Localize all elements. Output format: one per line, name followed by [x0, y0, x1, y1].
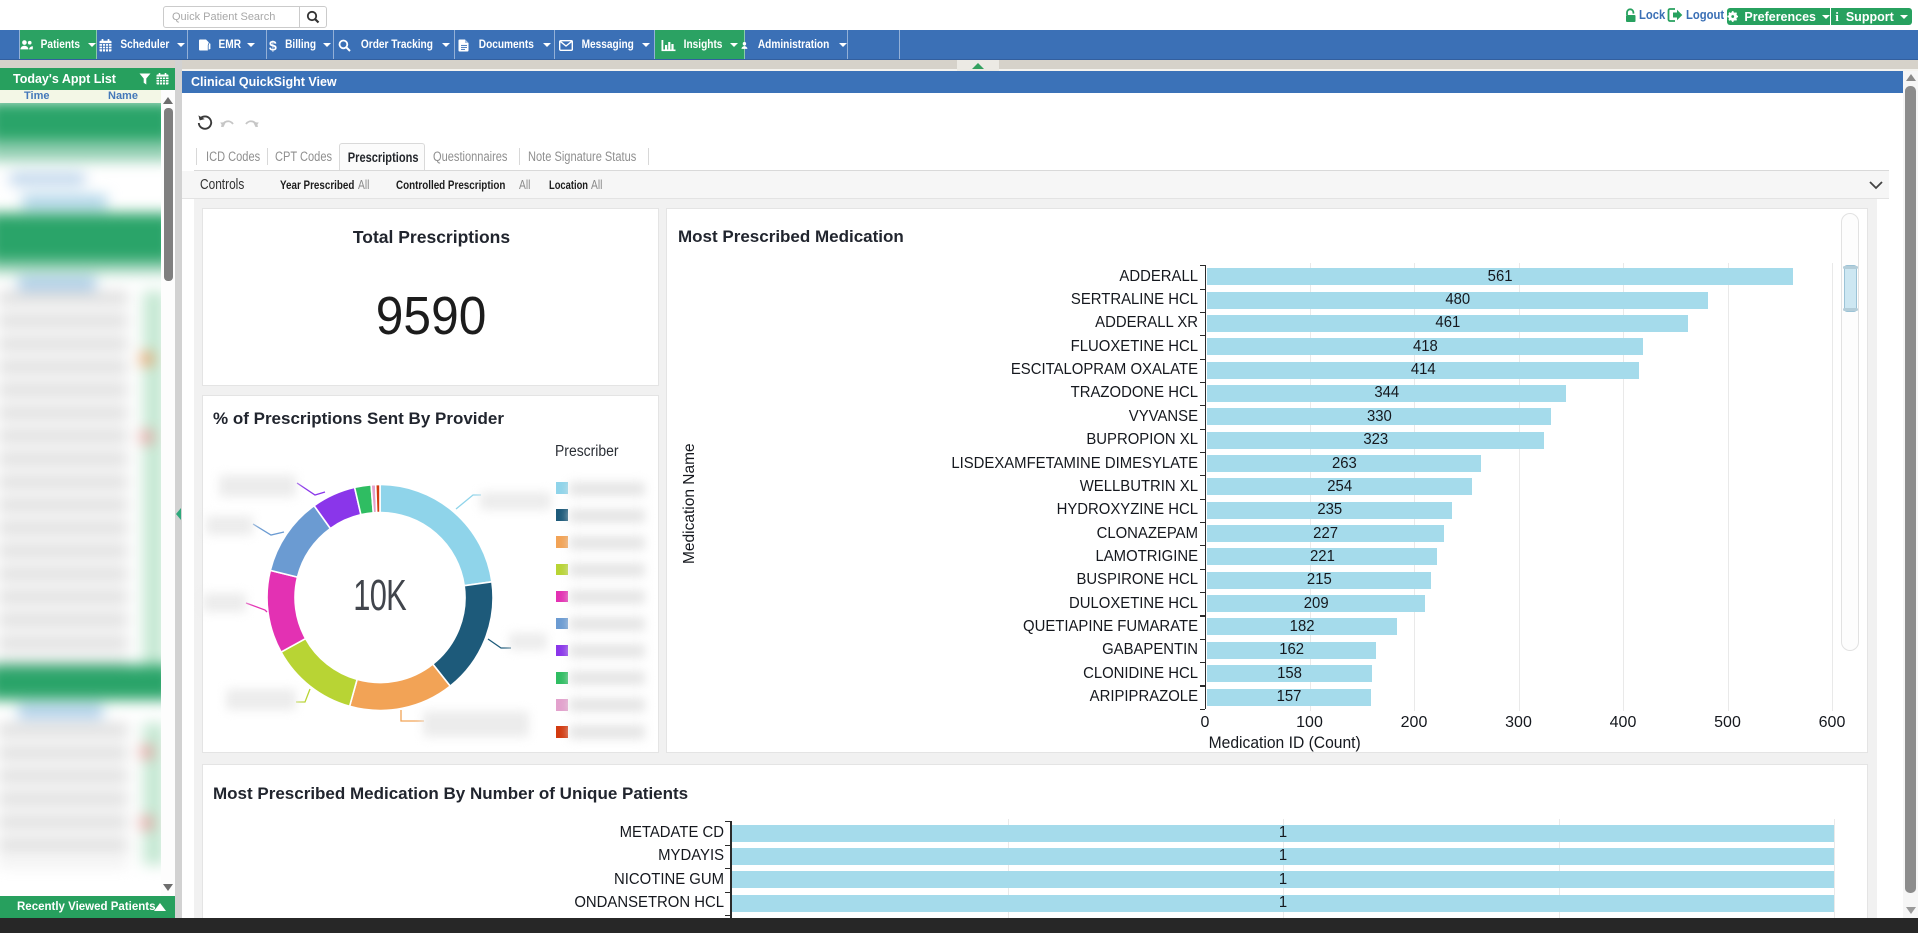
- svg-text:$: $: [269, 38, 277, 53]
